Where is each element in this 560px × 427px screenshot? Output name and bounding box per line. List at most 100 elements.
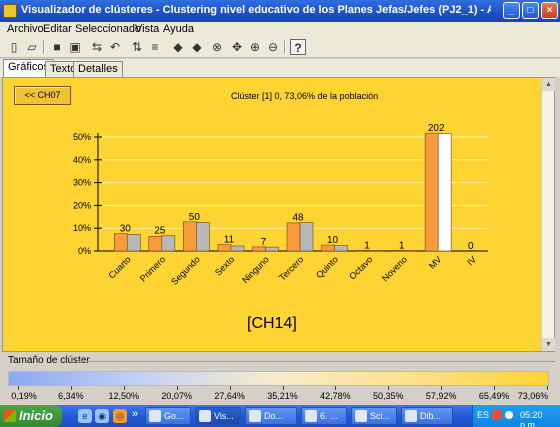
undo-icon[interactable]: ↶ [107,39,123,55]
data-label: 202 [428,123,445,134]
open-icon[interactable]: ▱ [24,39,40,55]
system-tray: ES 05:20 p.m. [472,405,560,427]
quicklaunch-chevron-icon[interactable]: » [132,408,138,420]
bar [424,132,439,252]
category-label: Quinto [314,254,340,280]
tray-network-icon[interactable] [505,411,513,419]
document-icon [249,410,261,422]
size-legend-tick-label: 12,50% [108,391,140,401]
size-legend-tick-label: 50,35% [373,391,404,401]
data-label: 10 [327,235,339,246]
minimize-icon: _ [508,5,515,16]
size-legend-tick-label: 57,92% [425,391,457,401]
window-icon [305,410,317,422]
left-arrow-icon[interactable]: ◆ [170,39,186,55]
paint-icon [405,410,417,422]
title-bar[interactable]: Visualizador de clústeres - Clustering n… [0,0,560,22]
size-legend-tick [123,386,125,390]
size-gradient-bar [8,371,549,386]
menu-editar[interactable]: Editar [43,23,72,35]
category-label: Ninguno [240,254,271,285]
menu-vista[interactable]: Vista [135,23,159,35]
scroll-down-icon[interactable]: ▼ [542,338,555,351]
size-legend-tick [335,386,337,390]
help-icon[interactable]: ? [290,39,306,55]
data-label: 1 [364,240,370,251]
category-label: Tercero [277,254,305,282]
language-indicator[interactable]: ES [477,410,489,420]
menu-bar: Archivo Editar Seleccionado Vista Ayuda [0,22,560,37]
size-legend-tick-label: 20,07% [161,391,192,401]
data-label: 25 [154,226,166,237]
taskbar: Inicio e ◉ ◎ » Go... Vis... Do... 6. ...… [0,405,560,427]
start-label: Inicio [19,408,53,423]
bar [286,222,301,252]
back-button[interactable]: << CH07 [14,86,71,105]
close-button[interactable]: × [541,2,558,19]
size-legend-tick-label: 42,78% [320,391,351,401]
filter-icon[interactable]: ≡ [147,39,163,55]
size-legend-divider [70,361,555,362]
size-legend-tick [282,386,284,390]
size-legend-tick-label: 6,34% [58,391,84,401]
app-icon [3,4,17,18]
taskbar-task[interactable]: Go... [145,407,191,425]
save-icon[interactable]: ■ [49,39,65,55]
category-label: Segundo [169,254,202,287]
firefox-icon[interactable]: ◎ [113,409,127,423]
bar [230,245,245,252]
vertical-scrollbar[interactable]: ▲ ▼ [541,78,555,351]
bar [334,245,348,252]
menu-ayuda[interactable]: Ayuda [163,23,194,35]
right-arrow-icon[interactable]: ◆ [189,39,205,55]
zoom-out-icon[interactable]: ⊖ [265,39,281,55]
size-legend-tick-label: 35,21% [267,391,298,401]
bar [183,221,197,252]
size-legend-tick [547,386,548,390]
taskbar-task[interactable]: Do... [245,407,297,425]
minimize-button[interactable]: _ [503,2,520,19]
category-label: MV [427,254,444,271]
menu-seleccionado[interactable]: Seleccionado [75,23,141,35]
taskbar-task[interactable]: Sci... [351,407,397,425]
media-icon[interactable]: ◉ [95,409,109,423]
data-label: 1 [399,240,405,251]
sort-icon[interactable]: ⇅ [129,39,145,55]
new-icon[interactable]: ▯ [6,39,22,55]
menu-archivo[interactable]: Archivo [7,23,44,35]
tray-security-icon[interactable] [492,410,502,420]
clock: 05:20 p.m. [520,410,543,427]
pan-icon[interactable]: ✥ [229,39,245,55]
size-legend-tick-label: 73,06% [517,391,549,401]
window-icon [355,410,367,422]
category-label: Octavo [347,254,374,281]
data-label: 50 [189,212,201,223]
taskbar-task[interactable]: 6. ... [301,407,347,425]
window-icon [199,410,211,422]
taskbar-task-active[interactable]: Vis... [195,407,241,425]
swap-icon[interactable]: ⇆ [89,39,105,55]
ie-icon[interactable]: e [78,409,92,423]
window-icon [149,410,161,422]
scroll-up-icon[interactable]: ▲ [542,78,555,91]
taskbar-task[interactable]: Dib... [401,407,453,425]
category-label: Cuarto [107,254,133,280]
y-tick-label: 10% [73,223,91,233]
toolbar-separator [43,40,45,54]
size-legend-tick [70,386,72,390]
tab-detalles[interactable]: Detalles [73,61,123,77]
data-label: 7 [261,237,267,248]
size-legend-tick-label: 27,64% [214,391,245,401]
size-legend-tick [176,386,178,390]
y-tick-label: 50% [73,132,91,142]
chart-panel: 0% 10% 20% 30% 40% 50% 30 Cuarto 25 Primero 50 Segu… [2,77,555,352]
close-icon: × [546,5,553,16]
windows-logo-icon [4,410,16,422]
maximize-button[interactable]: □ [522,2,539,19]
bar [113,233,128,252]
binoculars-icon[interactable]: ⊗ [209,39,225,55]
zoom-in-icon[interactable]: ⊕ [247,39,263,55]
print-icon[interactable]: ▣ [67,39,83,55]
start-button[interactable]: Inicio [0,405,62,427]
bar [148,236,163,252]
